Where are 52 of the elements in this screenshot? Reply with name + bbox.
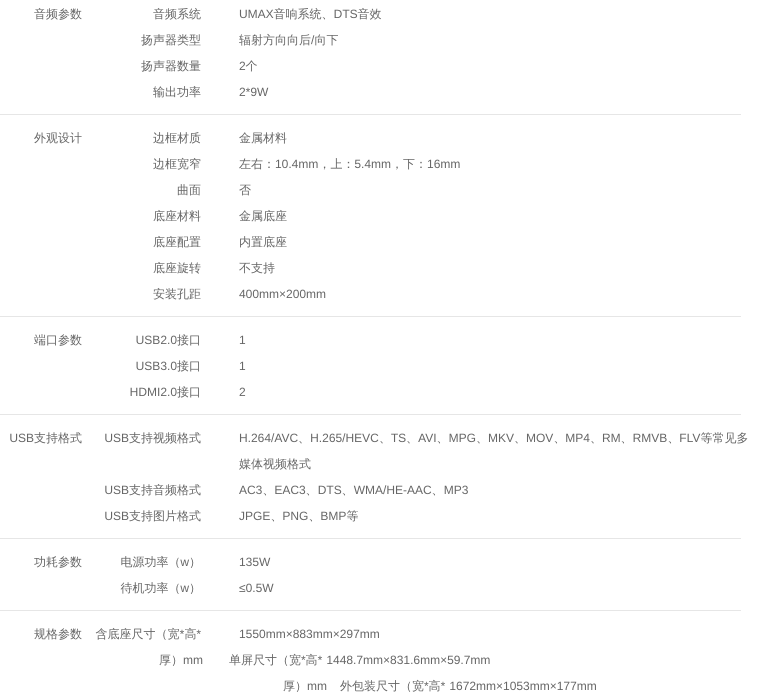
spec-value: AC3、EAC3、DTS、WMA/HE-AAC、MP3: [239, 483, 468, 497]
spec-label: 外包装尺寸（宽*高*: [340, 678, 446, 695]
section-title: 功耗参数: [33, 554, 82, 571]
spec-value: 内置底座: [239, 235, 287, 249]
section-title: 端口参数: [33, 332, 82, 349]
spec-value: ≤0.5W: [239, 581, 274, 595]
spec-label: USB支持视频格式: [104, 431, 201, 445]
spec-label: 待机功率（w）: [120, 581, 201, 595]
spec-label: 底座旋转: [153, 261, 201, 275]
spec-label: 扬声器数量: [141, 59, 201, 73]
spec-label: 厚）mm: [158, 652, 203, 669]
spec-value: 1: [239, 359, 246, 373]
spec-value: 不支持: [239, 261, 275, 275]
spec-value: 135W: [239, 555, 270, 569]
spec-value: JPGE、PNG、BMP等: [239, 509, 358, 523]
spec-label: USB支持音频格式: [104, 483, 201, 497]
spec-value: 金属材料: [239, 131, 287, 145]
spec-label: 边框材质: [153, 131, 201, 145]
spec-label: 底座配置: [153, 235, 201, 249]
spec-label: 底座材料: [153, 209, 201, 223]
spec-value: 金属底座: [239, 209, 287, 223]
spec-label: 边框宽窄: [153, 157, 201, 171]
spec-value: 400mm×200mm: [239, 287, 326, 301]
spec-label: 安装孔距: [153, 287, 201, 301]
spec-label: USB2.0接口: [136, 333, 201, 347]
spec-value: 左右：10.4mm，上：5.4mm，下：16mm: [239, 157, 460, 171]
spec-label: HDMI2.0接口: [130, 385, 201, 399]
spec-label: 单屏尺寸（宽*高*: [229, 652, 322, 669]
spec-value: 1448.7mm×831.6mm×59.7mm: [326, 652, 490, 669]
spec-value: 1550mm×883mm×297mm: [239, 626, 380, 643]
spec-label: 输出功率: [153, 85, 201, 99]
spec-value: 辐射方向向后/向下: [239, 33, 338, 47]
spec-label: 音频系统: [153, 7, 201, 21]
section-title: 规格参数: [33, 626, 82, 643]
spec-value: UMAX音响系统、DTS音效: [239, 7, 382, 21]
section-title: 音频参数: [33, 6, 82, 23]
spec-value: 否: [239, 183, 251, 197]
spec-label: 曲面: [177, 183, 201, 197]
spec-label: USB支持图片格式: [104, 509, 201, 523]
spec-value: 2个: [239, 59, 258, 73]
spec-label: 扬声器类型: [141, 33, 201, 47]
spec-label: 含底座尺寸（宽*高*: [94, 626, 201, 643]
spec-label: USB3.0接口: [136, 359, 201, 373]
spec-value: 2*9W: [239, 85, 268, 99]
spec-value: H.264/AVC、H.265/HEVC、TS、AVI、MPG、MKV、MOV、MP4、RM、RMVB、FLV等常见多媒体视频格式: [239, 431, 748, 471]
spec-value: 2: [239, 385, 246, 399]
section-title: USB支持格式: [8, 430, 82, 447]
section-title: 外观设计: [33, 130, 82, 147]
spec-label: 电源功率（w）: [120, 555, 201, 569]
spec-value: 1: [239, 333, 246, 347]
spec-label: 厚）mm: [283, 678, 327, 695]
spec-value: 1672mm×1053mm×177mm: [449, 678, 597, 695]
